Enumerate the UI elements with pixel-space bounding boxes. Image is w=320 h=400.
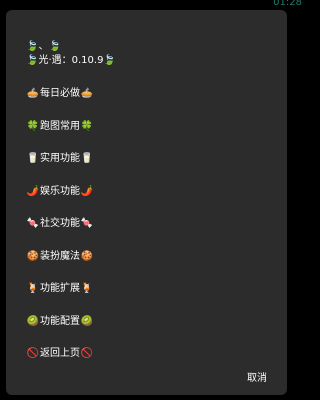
milk-icon: 🥛 [80, 153, 94, 164]
menu-item-route[interactable]: 🍀 跑图常用 🍀 [26, 119, 94, 152]
chili-icon: 🌶️ [80, 185, 94, 197]
menu-item-label: 跑图常用 [40, 120, 80, 132]
menu-item-label: 社交功能 [40, 218, 80, 229]
menu-item-label: 实用功能 [40, 153, 80, 164]
menu-item-social[interactable]: 🍬 社交功能 🍬 [26, 216, 94, 249]
pie-icon: 🥧 [80, 88, 94, 99]
header-decoration: 、🍃 [38, 41, 61, 52]
cookie-icon: 🍪 [26, 250, 40, 262]
status-time: 01:28 [273, 0, 302, 8]
clover-icon: 🍀 [80, 120, 94, 132]
menu-item-label: 娱乐功能 [40, 185, 80, 197]
milk-icon: 🥛 [26, 153, 40, 164]
cancel-button[interactable]: 取消 [247, 369, 267, 384]
pie-icon: 🥧 [26, 88, 40, 99]
menu-item-label: 装扮魔法 [40, 250, 80, 262]
prohibited-icon: 🚫 [26, 348, 40, 359]
menu-item-entertainment[interactable]: 🌶️ 娱乐功能 🌶️ [26, 184, 94, 217]
cookie-icon: 🍪 [80, 250, 94, 262]
kiwi-icon: 🥝 [26, 315, 40, 327]
cocktail-icon: 🍹 [26, 283, 40, 294]
cocktail-icon: 🍹 [80, 283, 94, 294]
prohibited-icon: 🚫 [80, 348, 94, 359]
chili-icon: 🌶️ [26, 185, 40, 197]
menu-item-label: 功能扩展 [40, 283, 80, 294]
candy-icon: 🍬 [80, 218, 94, 229]
clover-icon: 🍀 [26, 120, 40, 132]
menu-item-label: 每日必做 [40, 88, 80, 99]
menu-item-extensions[interactable]: 🍹 功能扩展 🍹 [26, 281, 94, 314]
menu-item-config[interactable]: 🥝 功能配置 🥝 [26, 314, 94, 347]
menu-item-label: 返回上页 [40, 348, 80, 359]
menu-item-utility[interactable]: 🥛 实用功能 🥛 [26, 151, 94, 184]
kiwi-icon: 🥝 [80, 315, 94, 327]
menu-item-daily[interactable]: 🥧 每日必做 🥧 [26, 86, 94, 119]
menu-item-label: 功能配置 [40, 315, 80, 327]
menu-list: 🥧 每日必做 🥧 🍀 跑图常用 🍀 🥛 实用功能 🥛 🌶️ 娱乐功能 🌶️ 🍬 社交功能 🍬 🍪 装扮… [26, 86, 94, 379]
leaf-icon: 🍃 [26, 41, 39, 52]
dialog-header: 🍃、🍃 🍃光·遇：0.10.9🍃 [26, 40, 116, 68]
candy-icon: 🍬 [26, 218, 40, 229]
menu-dialog: 🍃、🍃 🍃光·遇：0.10.9🍃 🥧 每日必做 🥧 🍀 跑图常用 🍀 🥛 实用功能 🥛 🌶️… [6, 10, 287, 395]
menu-item-back[interactable]: 🚫 返回上页 🚫 [26, 346, 94, 379]
version-text: 🍃光·遇：0.10.9🍃 [26, 55, 116, 66]
menu-item-dressup[interactable]: 🍪 装扮魔法 🍪 [26, 249, 94, 282]
